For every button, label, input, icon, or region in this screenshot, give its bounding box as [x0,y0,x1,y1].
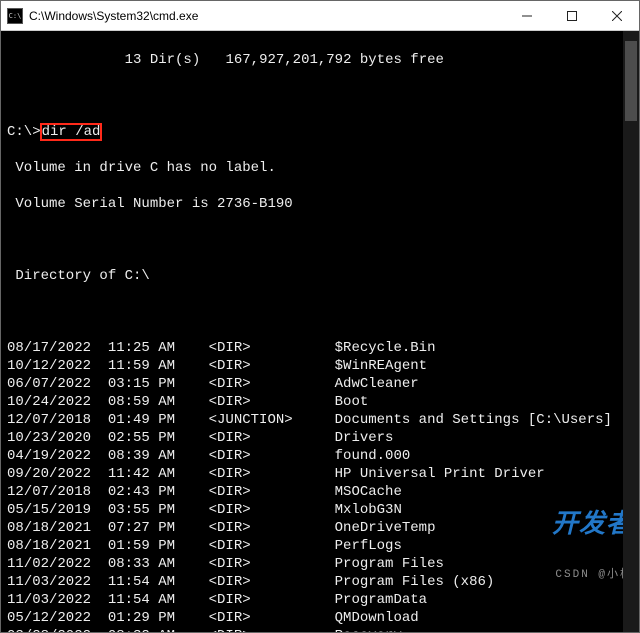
directory-of: Directory of C:\ [7,267,635,285]
maximize-icon [567,11,577,21]
close-icon [612,11,622,21]
window-title: C:\Windows\System32\cmd.exe [29,9,504,23]
dir-entry: 06/07/2022 03:15 PM <DIR> AdwCleaner [7,375,635,393]
cmd-icon [7,8,23,24]
dir-entry: 12/07/2018 01:49 PM <JUNCTION> Documents… [7,411,635,429]
blank [7,231,635,249]
dir-entry: 08/18/2021 07:27 PM <DIR> OneDriveTemp [7,519,635,537]
dir-entry: 10/24/2022 08:59 AM <DIR> Boot [7,393,635,411]
prev-summary: 13 Dir(s) 167,927,201,792 bytes free [7,51,635,69]
titlebar[interactable]: C:\Windows\System32\cmd.exe [1,1,639,31]
minimize-icon [522,11,532,21]
command-text: dir /ad [41,124,102,140]
dir-entry: 05/12/2022 01:29 PM <DIR> QMDownload [7,609,635,627]
dir-entry: 10/12/2022 11:59 AM <DIR> $WinREAgent [7,357,635,375]
scrollbar-thumb[interactable] [625,41,637,121]
scrollbar[interactable] [623,31,639,632]
dir-entry: 09/20/2022 11:42 AM <DIR> HP Universal P… [7,465,635,483]
dir-entry: 11/02/2022 08:33 AM <DIR> Program Files [7,555,635,573]
dir-entry: 03/28/2022 08:32 AM <DIR> Recovery [7,627,635,632]
prompt: C:\> [7,124,41,140]
dir-entry: 10/23/2020 02:55 PM <DIR> Drivers [7,429,635,447]
dir-listing: 08/17/2022 11:25 AM <DIR> $Recycle.Bin10… [7,339,635,632]
volume-line: Volume in drive C has no label. [7,159,635,177]
cmd-window: C:\Windows\System32\cmd.exe 13 Dir(s) 16… [0,0,640,633]
prompt-line: C:\>dir /ad [7,123,635,141]
serial-line: Volume Serial Number is 2736-B190 [7,195,635,213]
dir-entry: 08/17/2022 11:25 AM <DIR> $Recycle.Bin [7,339,635,357]
minimize-button[interactable] [504,1,549,30]
maximize-button[interactable] [549,1,594,30]
dir-entry: 08/18/2021 01:59 PM <DIR> PerfLogs [7,537,635,555]
blank [7,87,635,105]
terminal-body[interactable]: 13 Dir(s) 167,927,201,792 bytes free C:\… [1,31,639,632]
dir-entry: 04/19/2022 08:39 AM <DIR> found.000 [7,447,635,465]
dir-entry: 12/07/2018 02:43 PM <DIR> MSOCache [7,483,635,501]
dir-entry: 11/03/2022 11:54 AM <DIR> ProgramData [7,591,635,609]
window-controls [504,1,639,30]
dir-entry: 05/15/2019 03:55 PM <DIR> MxlobG3N [7,501,635,519]
blank [7,303,635,321]
dir-entry: 11/03/2022 11:54 AM <DIR> Program Files … [7,573,635,591]
close-button[interactable] [594,1,639,30]
